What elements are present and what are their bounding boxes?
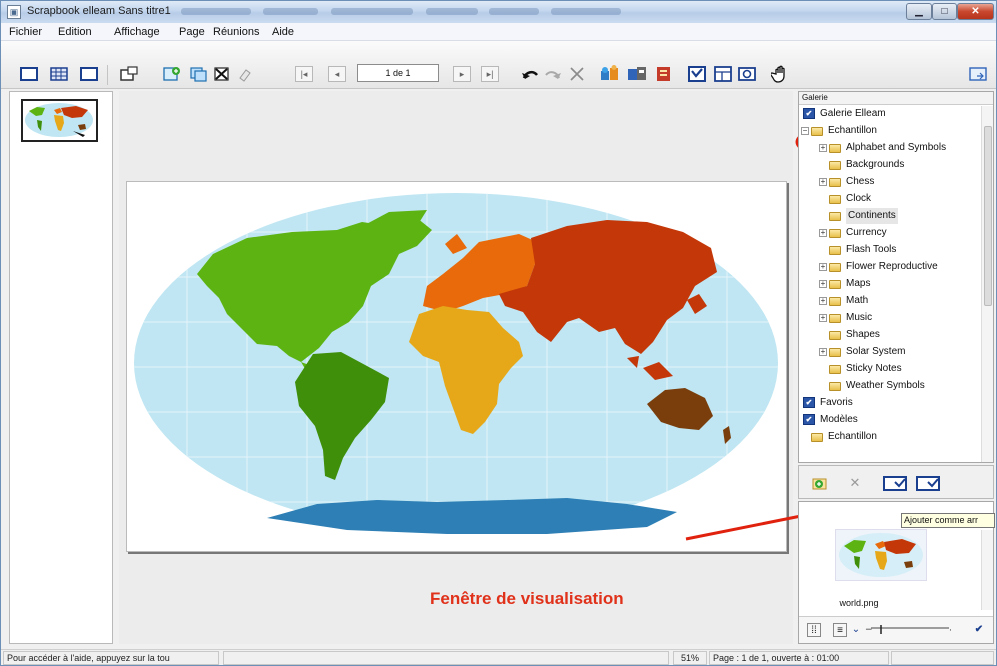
preview-controls: ⁞⁞ ≡ ⌄ − · ✔ <box>799 616 993 643</box>
gallery-item-label: Sticky Notes <box>846 363 902 374</box>
gallery-item[interactable]: Echantillon <box>799 429 981 446</box>
check-icon[interactable]: ✔ <box>971 623 987 637</box>
gallery-item-label: Continents <box>846 208 898 224</box>
gallery-item[interactable]: + Math <box>799 293 981 310</box>
grid-mode-icon[interactable]: ⁞⁞ <box>807 623 821 637</box>
gallery-item[interactable]: Continents <box>799 208 981 225</box>
status-help: Pour accéder à l'aide, appuyez sur la to… <box>3 651 219 665</box>
gallery-check-icon: ✔ <box>803 397 815 408</box>
status-spacer <box>223 651 669 665</box>
folder-icon <box>829 382 841 391</box>
gallery-item[interactable]: − Echantillon <box>799 123 981 140</box>
folder-icon <box>829 195 841 204</box>
gallery-item[interactable]: + Chess <box>799 174 981 191</box>
gallery-item-label: Solar System <box>846 346 906 357</box>
gallery-item-label: Currency <box>846 227 887 238</box>
expand-icon[interactable]: + <box>819 348 827 356</box>
gallery-item-label: Flash Tools <box>846 244 897 255</box>
folder-icon <box>829 212 841 221</box>
gallery-item-label: Math <box>846 295 869 306</box>
list-mode-icon[interactable]: ≡ <box>833 623 847 637</box>
gallery-item-label: Echantillon <box>828 125 877 136</box>
gallery-item-label: Shapes <box>846 329 880 340</box>
preview-thumbnail[interactable] <box>835 529 927 581</box>
gallery-item-label: Weather Symbols <box>846 380 925 391</box>
chevron-down-icon[interactable]: ⌄ <box>851 623 861 637</box>
gallery-item[interactable]: + Maps <box>799 276 981 293</box>
gallery-item-label: Chess <box>846 176 875 187</box>
gallery-item-label: Maps <box>846 278 871 289</box>
expand-icon[interactable]: + <box>819 144 827 152</box>
expand-icon[interactable]: + <box>819 297 827 305</box>
folder-icon <box>829 144 841 153</box>
gallery-item[interactable]: + Music <box>799 310 981 327</box>
folder-icon <box>829 229 841 238</box>
gallery-panel: Galerie ✔ Galerie Elleam − Echantillon + Alph… <box>798 91 994 463</box>
add-to-gallery-icon[interactable] <box>809 472 831 493</box>
preview-panel: Ajouter comme arr world.png ⁞⁞ ≡ ⌄ − · ✔ <box>798 501 995 644</box>
preview-scrollbar[interactable] <box>981 530 993 610</box>
gallery-tools: ✕ <box>798 465 994 499</box>
folder-icon <box>829 263 841 272</box>
folder-icon <box>829 365 841 374</box>
gallery-item[interactable]: ✔ Galerie Elleam <box>799 106 981 123</box>
status-extra <box>891 651 994 665</box>
tooltip: Ajouter comme arr <box>901 513 995 528</box>
gallery-item[interactable]: Flash Tools <box>799 242 981 259</box>
gallery-item[interactable]: Backgrounds <box>799 157 981 174</box>
expand-icon[interactable]: + <box>819 314 827 322</box>
gallery-item[interactable]: ✔ Favoris <box>799 395 981 412</box>
insert-item-icon[interactable] <box>882 472 910 493</box>
folder-icon <box>829 297 841 306</box>
gallery-header: Galerie <box>799 92 993 105</box>
gallery-item-label: Galerie Elleam <box>820 108 886 119</box>
gallery-item-label: Favoris <box>820 397 853 408</box>
gallery-check-icon: ✔ <box>803 108 815 119</box>
folder-icon <box>829 178 841 187</box>
replace-item-icon[interactable] <box>915 472 943 493</box>
status-zoom: 51% <box>673 651 707 665</box>
gallery-item[interactable]: + Alphabet and Symbols <box>799 140 981 157</box>
svg-text:·: · <box>949 626 952 636</box>
gallery-item[interactable]: Clock <box>799 191 981 208</box>
folder-icon <box>811 127 823 136</box>
expand-icon[interactable]: + <box>819 178 827 186</box>
gallery-item[interactable]: + Currency <box>799 225 981 242</box>
expand-icon[interactable]: + <box>819 280 827 288</box>
annotation-arrow <box>685 513 807 541</box>
gallery-item-label: Flower Reproductive <box>846 261 938 272</box>
zoom-slider[interactable]: − · <box>865 623 955 637</box>
app-window: ▣ Scrapbook elleam Sans titre1 ▁ □ ✕ Fic… <box>0 0 997 666</box>
status-bar: Pour accéder à l'aide, appuyez sur la to… <box>1 649 996 665</box>
gallery-item-label: Echantillon <box>828 431 877 442</box>
gallery-item-label: Modèles <box>820 414 858 425</box>
expand-icon[interactable]: + <box>819 263 827 271</box>
gallery-item-label: Clock <box>846 193 872 204</box>
folder-icon <box>829 331 841 340</box>
gallery-item[interactable]: Weather Symbols <box>799 378 981 395</box>
folder-icon <box>829 348 841 357</box>
gallery-item-label: Music <box>846 312 873 323</box>
gallery-item[interactable]: + Flower Reproductive <box>799 259 981 276</box>
gallery-check-icon: ✔ <box>803 414 815 425</box>
status-page: Page : 1 de 1, ouverte à : 01:00 <box>709 651 889 665</box>
gallery-item-label: Backgrounds <box>846 159 905 170</box>
gallery-item-label: Alphabet and Symbols <box>846 142 947 153</box>
remove-from-gallery-icon[interactable]: ✕ <box>846 472 864 493</box>
expand-icon[interactable]: + <box>819 229 827 237</box>
folder-icon <box>829 161 841 170</box>
gallery-scrollbar[interactable] <box>981 106 993 462</box>
folder-icon <box>829 246 841 255</box>
gallery-item[interactable]: Sticky Notes <box>799 361 981 378</box>
folder-icon <box>829 314 841 323</box>
gallery-item[interactable]: + Solar System <box>799 344 981 361</box>
scroll-thumb[interactable] <box>984 126 992 306</box>
svg-text:−: − <box>865 625 873 635</box>
collapse-icon[interactable]: − <box>801 127 809 135</box>
gallery-item[interactable]: Shapes <box>799 327 981 344</box>
folder-icon <box>811 433 823 442</box>
folder-icon <box>829 280 841 289</box>
preview-filename: world.png <box>839 598 879 608</box>
gallery-item[interactable]: ✔ Modèles <box>799 412 981 429</box>
